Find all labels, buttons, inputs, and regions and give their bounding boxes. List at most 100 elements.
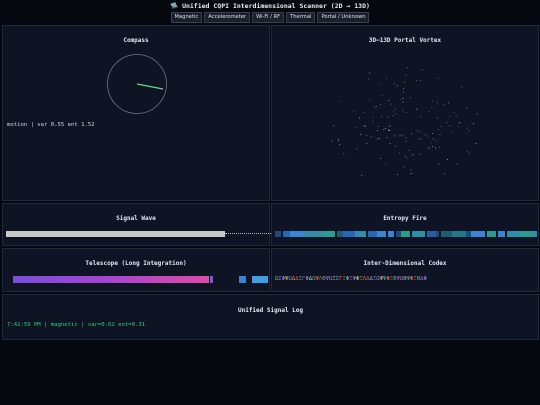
vortex-particle — [377, 126, 379, 127]
entropy-segment — [388, 231, 394, 237]
entropy-fire-panel: Entropy Fire — [271, 203, 539, 246]
vortex-particle — [372, 117, 374, 119]
tab-wifi-rf[interactable]: Wi-Fi / RF — [252, 12, 285, 23]
entropy-segment — [343, 231, 355, 237]
vortex-particle — [366, 142, 368, 144]
entropy-segment — [312, 231, 319, 237]
vortex-particle — [392, 115, 394, 117]
vortex-particle — [466, 151, 468, 153]
vortex-particle — [364, 112, 365, 113]
vortex-particle — [383, 129, 385, 130]
signal-wave-bar — [6, 231, 225, 237]
vortex-particle — [390, 103, 392, 105]
vortex-particle — [339, 100, 341, 102]
vortex-particle — [411, 133, 412, 135]
vortex-particle — [359, 117, 360, 119]
vortex-particle — [356, 148, 358, 150]
vortex-particle — [380, 158, 381, 159]
vortex-particle — [473, 123, 474, 125]
vortex-particle — [404, 155, 406, 157]
vortex-particle — [439, 134, 441, 136]
vortex-particle — [427, 135, 429, 137]
vortex-particle — [405, 112, 407, 113]
entropy-segment — [427, 231, 436, 237]
entropy-segment — [521, 231, 531, 237]
vortex-particle — [381, 116, 383, 118]
vortex-particle — [466, 107, 468, 109]
vortex-particle — [458, 122, 460, 124]
vortex-particle — [393, 83, 395, 84]
vortex-particle — [461, 86, 463, 88]
vortex-particle — [437, 78, 439, 80]
entropy-segment — [401, 231, 410, 237]
vortex-particle — [419, 131, 421, 133]
vortex-canvas — [331, 67, 478, 176]
vortex-title: 3D–13D Portal Vortex — [368, 37, 442, 44]
vortex-particle — [380, 103, 381, 105]
signal-log-title: Unified Signal Log — [237, 307, 304, 314]
vortex-particle — [446, 159, 448, 160]
entropy-segment — [322, 231, 335, 237]
vortex-particle — [386, 137, 388, 139]
vortex-particle — [378, 137, 380, 139]
vortex-particle — [395, 113, 397, 115]
vortex-particle — [400, 135, 402, 137]
vortex-particle — [410, 169, 412, 171]
entropy-segment — [355, 231, 366, 237]
telescope-segment — [13, 276, 209, 283]
vortex-particle — [449, 125, 451, 126]
tab-accelerometer[interactable]: Accelerometer — [204, 12, 251, 23]
entropy-segment — [368, 231, 377, 237]
vortex-particle — [413, 154, 415, 156]
entropy-segment — [283, 231, 290, 237]
vortex-particle — [339, 144, 340, 146]
vortex-particle — [431, 146, 433, 147]
entropy-segment — [275, 231, 281, 237]
vortex-particle — [367, 78, 369, 80]
entropy-fire-strip — [275, 231, 537, 237]
vortex-particle — [388, 100, 390, 101]
vortex-panel: 3D–13D Portal Vortex — [271, 25, 539, 201]
entropy-segment — [507, 231, 521, 237]
compass-title: Compass — [123, 37, 149, 44]
vortex-particle — [460, 122, 462, 124]
tab-magnetic[interactable]: Magnetic — [170, 12, 203, 23]
vortex-particle — [406, 157, 408, 159]
telescope-segment — [252, 276, 268, 283]
entropy-segment — [441, 231, 452, 237]
telescope-segment — [239, 276, 246, 283]
vortex-particle — [438, 163, 439, 165]
vortex-particle — [438, 129, 439, 130]
vortex-particle — [366, 134, 367, 136]
vortex-particle — [405, 74, 407, 76]
vortex-particle — [402, 101, 404, 103]
vortex-particle — [396, 85, 398, 87]
vortex-particle — [411, 154, 413, 156]
codex-glyphs: ΩΣΦΨΩΔΔΞΓΦΔΩΨΛΘΨΩΞΣΓΞΦΞΨΦΞΛΔΔΞΩΨΨΦΞΘΨΩΘΨ… — [275, 276, 427, 282]
vortex-particle — [363, 125, 365, 127]
vortex-particle — [432, 133, 433, 134]
vortex-particle — [376, 106, 378, 107]
vortex-particle — [437, 102, 438, 104]
vortex-particle — [438, 146, 440, 148]
vortex-particle — [411, 172, 413, 174]
vortex-particle — [416, 130, 418, 132]
log-entry: 7:42:59 PM | magnetic | var=0.62 ent=0.3… — [7, 322, 146, 328]
tab-portal-unknown[interactable]: Portal / Unknown — [317, 12, 370, 23]
vortex-particle — [440, 126, 442, 128]
vortex-particle — [420, 116, 422, 118]
tab-thermal[interactable]: Thermal — [286, 12, 316, 23]
entropy-segment — [436, 231, 439, 237]
vortex-particle — [434, 139, 436, 141]
vortex-particle — [408, 149, 410, 151]
vortex-particle — [377, 138, 379, 140]
vortex-particle — [432, 138, 434, 140]
vortex-particle — [446, 122, 448, 123]
vortex-particle — [385, 163, 387, 165]
entropy-segment — [412, 231, 425, 237]
vortex-particle — [385, 128, 386, 129]
vortex-particle — [372, 120, 374, 122]
entropy-segment — [487, 231, 496, 237]
signal-wave-panel: Signal Wave — [2, 203, 271, 246]
compass-panel: Compass motion | var 0.55 ent 1.52 — [2, 25, 270, 201]
